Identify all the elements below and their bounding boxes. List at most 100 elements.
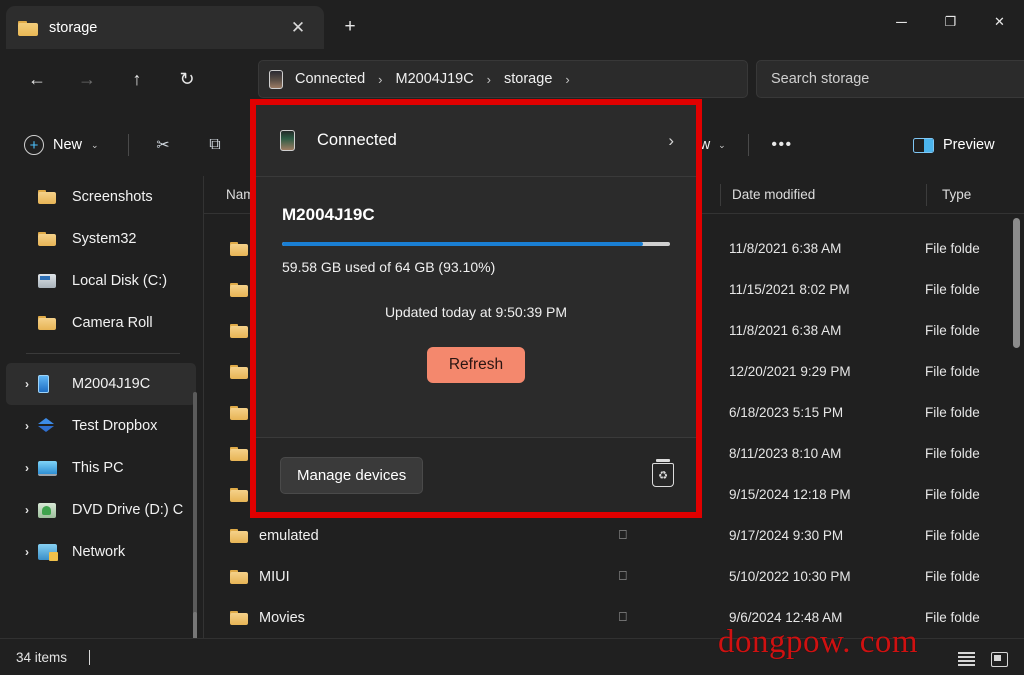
file-type: File folde (925, 241, 980, 256)
file-type: File folde (925, 610, 980, 625)
breadcrumb-connected[interactable]: Connected (293, 71, 367, 87)
sidebar-scrollbar[interactable] (193, 392, 197, 620)
column-divider[interactable] (926, 184, 927, 206)
last-updated-label: Updated today at 9:50:39 PM (282, 304, 670, 320)
device-flyout-highlight: Connected › M2004J19C 59.58 GB used of 6… (250, 99, 702, 518)
navigation-pane: Screenshots System32 Local Disk (C:) Cam… (0, 176, 202, 628)
sidebar-item-label: Camera Roll (72, 315, 153, 331)
chevron-right-icon: › (367, 72, 393, 87)
dropbox-icon (38, 418, 64, 434)
close-window-icon[interactable]: ✕ (975, 0, 1024, 44)
preview-button[interactable]: Preview (905, 129, 1003, 161)
chevron-right-icon[interactable]: › (16, 503, 38, 517)
sidebar-item-camera-roll[interactable]: Camera Roll (6, 302, 196, 344)
breadcrumb-storage[interactable]: storage (502, 71, 554, 87)
copy-icon[interactable]: ⧉ (198, 129, 232, 161)
maximize-icon[interactable]: ❐ (926, 0, 975, 44)
phone-icon (269, 70, 283, 89)
chevron-right-icon[interactable]: › (16, 545, 38, 559)
search-input[interactable]: Search storage (771, 71, 869, 87)
refresh-button[interactable]: Refresh (427, 347, 525, 383)
chevron-right-icon[interactable]: › (16, 377, 38, 391)
file-date: 9/6/2024 12:48 AM (729, 610, 925, 625)
folder-icon (38, 190, 64, 204)
chevron-right-icon[interactable]: › (554, 72, 580, 87)
title-bar: storage ✕ + ─ ❐ ✕ (0, 0, 1024, 52)
search-box[interactable]: Search storage (756, 60, 1024, 98)
close-icon[interactable]: ✕ (284, 14, 312, 42)
preview-button-label: Preview (943, 137, 995, 153)
divider (748, 134, 749, 156)
divider (89, 650, 90, 665)
sidebar-item-label: Test Dropbox (72, 418, 157, 434)
chevron-right-icon[interactable]: › (16, 461, 38, 475)
up-icon[interactable]: ↑ (118, 60, 156, 98)
phone-icon (280, 130, 295, 151)
refresh-icon[interactable]: ↻ (168, 60, 206, 98)
cut-icon[interactable]: ✂ (146, 129, 180, 161)
file-date: 5/10/2022 10:30 PM (729, 569, 925, 584)
sidebar-scrollbar-thumb[interactable] (193, 612, 197, 640)
details-view-icon[interactable] (953, 647, 979, 671)
folder-icon (230, 488, 248, 502)
sidebar-item-local-disk[interactable]: Local Disk (C:) (6, 260, 196, 302)
device-name: M2004J19C (282, 205, 670, 225)
sidebar-item-network[interactable]: › Network (6, 531, 196, 573)
disk-icon (38, 274, 64, 288)
tab-storage[interactable]: storage ✕ (6, 6, 324, 49)
new-button-label: New (53, 137, 82, 153)
breadcrumb-device[interactable]: M2004J19C (393, 71, 475, 87)
file-date: 6/18/2023 5:15 PM (729, 405, 925, 420)
file-type: File folde (925, 528, 980, 543)
phone-icon (38, 375, 64, 393)
sidebar-item-dvd-drive[interactable]: › DVD Drive (D:) C (6, 489, 196, 531)
folder-icon (230, 242, 248, 256)
file-type: File folde (925, 282, 980, 297)
sidebar-item-screenshots[interactable]: Screenshots (6, 176, 196, 218)
network-icon (38, 544, 64, 560)
sidebar-item-label: This PC (72, 460, 124, 476)
file-date: 11/8/2021 6:38 AM (729, 241, 925, 256)
sidebar-item-label: Network (72, 544, 125, 560)
column-header-date[interactable]: Date modified (732, 187, 815, 202)
file-name: emulated (259, 528, 619, 544)
folder-icon (18, 20, 38, 36)
sidebar-item-test-dropbox[interactable]: › Test Dropbox (6, 405, 196, 447)
sidebar-item-label: Local Disk (C:) (72, 273, 167, 289)
manage-devices-button[interactable]: Manage devices (280, 457, 423, 494)
file-name: Movies (259, 610, 619, 626)
large-icons-view-icon[interactable] (986, 647, 1012, 671)
more-options-icon[interactable]: ••• (765, 129, 799, 161)
folder-icon (38, 316, 64, 330)
new-tab-button[interactable]: + (334, 12, 366, 42)
file-date: 9/17/2024 9:30 PM (729, 528, 925, 543)
flyout-footer: Manage devices ♻ (256, 437, 696, 512)
chevron-right-icon[interactable]: › (668, 131, 674, 151)
forward-icon[interactable]: → (68, 60, 106, 98)
recycle-bin-icon[interactable]: ♻ (652, 463, 674, 487)
minimize-icon[interactable]: ─ (877, 0, 926, 44)
column-header-type[interactable]: Type (942, 187, 971, 202)
chevron-right-icon[interactable]: › (16, 419, 38, 433)
table-row[interactable]: emulated ⎕ 9/17/2024 9:30 PM File folde (204, 515, 1024, 556)
address-bar[interactable]: Connected › M2004J19C › storage › (258, 60, 748, 98)
sidebar-item-m2004j19c[interactable]: › M2004J19C (6, 363, 196, 405)
sidebar-item-label: Screenshots (72, 189, 153, 205)
file-explorer-window: storage ✕ + ─ ❐ ✕ ← → ↑ ↻ Connected › M2… (0, 0, 1024, 675)
column-divider[interactable] (720, 184, 721, 206)
sidebar-item-system32[interactable]: System32 (6, 218, 196, 260)
file-type: File folde (925, 405, 980, 420)
sidebar-item-label: M2004J19C (72, 376, 150, 392)
file-type: File folde (925, 323, 980, 338)
new-button[interactable]: + New ⌄ (16, 129, 107, 161)
dvd-icon (38, 503, 64, 518)
flyout-header[interactable]: Connected › (256, 105, 696, 177)
chevron-right-icon: › (476, 72, 502, 87)
sidebar-item-this-pc[interactable]: › This PC (6, 447, 196, 489)
file-date: 11/15/2021 8:02 PM (729, 282, 925, 297)
item-count-label: 34 items (16, 650, 67, 665)
table-row[interactable]: MIUI ⎕ 5/10/2022 10:30 PM File folde (204, 556, 1024, 597)
file-list-scrollbar[interactable] (1013, 218, 1020, 348)
file-type: File folde (925, 487, 980, 502)
back-icon[interactable]: ← (18, 60, 56, 98)
